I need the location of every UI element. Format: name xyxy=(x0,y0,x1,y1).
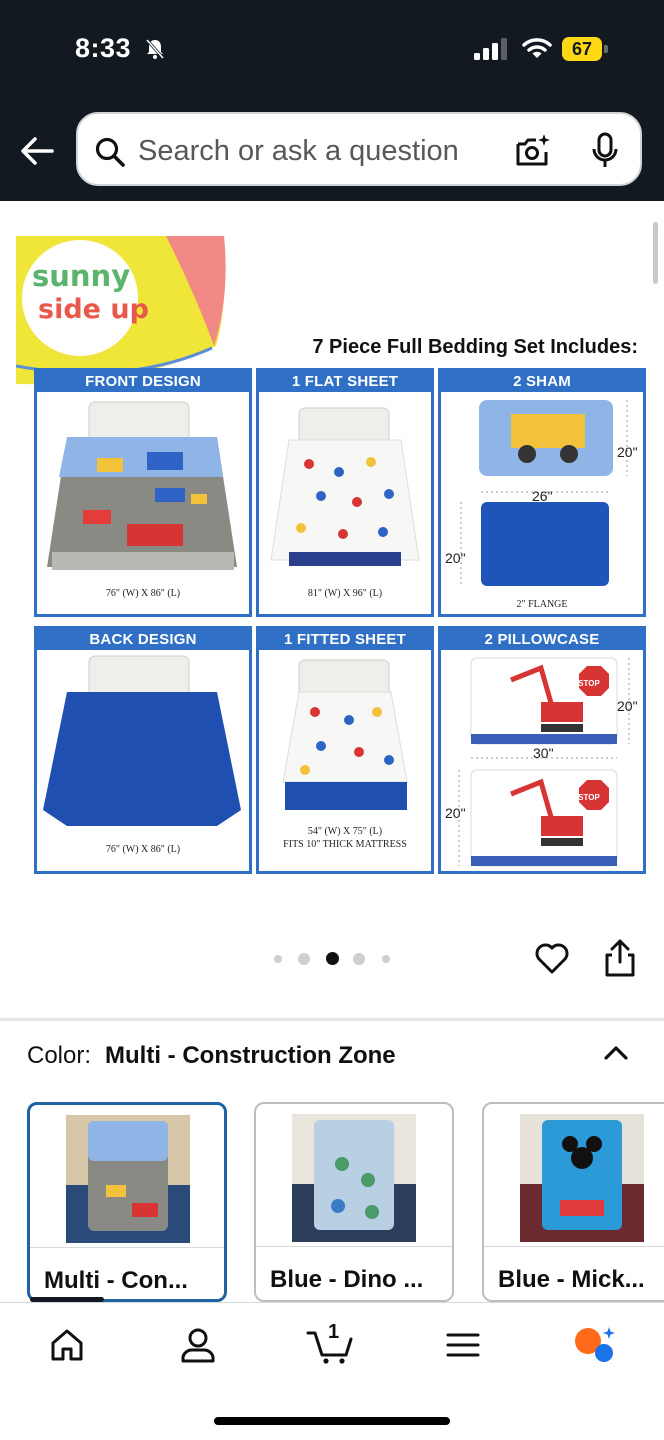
swatch-label: Blue - Dino ... xyxy=(270,1266,424,1293)
back-arrow-icon[interactable] xyxy=(18,132,56,170)
fitted-sheet-panel: 1 FITTED SHEET 54" (W) X 75" (L) FITS 10… xyxy=(256,626,434,874)
sham-height-dim-2: 20" xyxy=(445,550,466,566)
home-indicator xyxy=(214,1417,450,1425)
stop-sign-text: STOP xyxy=(578,679,600,688)
set-title: 7 Piece Full Bedding Set Includes: xyxy=(312,336,638,358)
top-bar: 8:33 67 xyxy=(0,0,664,201)
swatch-thumbnail xyxy=(520,1114,644,1242)
menu-icon[interactable] xyxy=(443,1325,483,1365)
status-time: 8:33 xyxy=(75,33,132,63)
cart-count: 1 xyxy=(328,1321,340,1343)
search-input[interactable] xyxy=(138,132,498,170)
home-icon[interactable] xyxy=(47,1325,87,1365)
panel-title: BACK DESIGN xyxy=(37,629,249,650)
flat-sheet-image xyxy=(270,407,420,566)
pillowcase-height-dim-2: 20" xyxy=(445,805,466,821)
panel-title: 1 FLAT SHEET xyxy=(259,371,431,392)
back-design-panel: BACK DESIGN 76" (W) X 86" (L) xyxy=(34,626,252,874)
panel-caption: 2" FLANGE xyxy=(516,599,568,610)
panel-title: 2 PILLOWCASE xyxy=(441,629,643,650)
camera-lens-icon[interactable] xyxy=(514,132,552,170)
panel-title: FRONT DESIGN xyxy=(37,371,249,392)
comforter-back-image xyxy=(43,655,241,826)
swatch-thumbnail xyxy=(292,1114,416,1242)
panel-title: 1 FITTED SHEET xyxy=(259,629,431,650)
color-swatch-blue-dino[interactable]: Blue - Dino ... xyxy=(254,1102,454,1302)
sham-height-dim: 20" xyxy=(617,444,638,460)
search-bar[interactable] xyxy=(76,112,642,186)
account-icon[interactable] xyxy=(178,1325,218,1365)
wifi-icon xyxy=(522,38,552,58)
panel-caption: 81" (W) X 96" (L) xyxy=(307,588,383,599)
fitted-sheet-image xyxy=(282,659,408,810)
carousel-dots[interactable] xyxy=(272,952,392,966)
flat-sheet-panel: 1 FLAT SHEET 81" (W) X 96" (L) xyxy=(256,368,434,617)
microphone-icon[interactable] xyxy=(590,132,620,170)
color-swatch-blue-mickey[interactable]: Blue - Mick... xyxy=(482,1102,664,1302)
rufus-assistant-icon[interactable] xyxy=(572,1325,616,1365)
color-swatch-multi-construction[interactable]: Multi - Con... xyxy=(27,1102,227,1302)
pillowcase-width-dim: 30" xyxy=(533,745,554,761)
front-design-panel: FRONT DESIGN 76" (W) X 86" (L) xyxy=(34,368,252,617)
bottom-navigation: 1 xyxy=(0,1297,664,1440)
scrollbar[interactable] xyxy=(653,222,658,284)
chevron-up-icon[interactable] xyxy=(600,1040,632,1064)
comforter-front-image xyxy=(47,401,237,570)
battery-level: 67 xyxy=(562,37,602,61)
color-value: Multi - Construction Zone xyxy=(105,1042,396,1069)
swatch-label: Multi - Con... xyxy=(44,1267,188,1294)
color-selector-heading: Color: Multi - Construction Zone xyxy=(27,1042,396,1070)
svg-text:side up: side up xyxy=(38,294,149,325)
share-icon[interactable] xyxy=(604,938,636,978)
carousel-dot[interactable] xyxy=(382,955,390,963)
sham-width-dim: 26" xyxy=(532,488,553,504)
panel-caption: 76" (W) X 86" (L) xyxy=(105,844,181,855)
carousel-dot[interactable] xyxy=(298,953,310,965)
color-label: Color: xyxy=(27,1042,92,1069)
search-icon xyxy=(95,137,125,167)
pillowcase-height-dim: 20" xyxy=(617,698,638,714)
pillowcase-panel: 2 PILLOWCASE STOP STOP 20" 30" 20" xyxy=(438,626,646,874)
carousel-dot[interactable] xyxy=(353,953,365,965)
product-image[interactable]: sunny side up 7 Piece Full Bedding Set I… xyxy=(16,236,646,876)
section-divider xyxy=(0,1018,664,1021)
battery-indicator: 67 xyxy=(562,37,608,61)
panel-caption-2: FITS 10" THICK MATTRESS xyxy=(283,839,407,850)
stop-sign-text-2: STOP xyxy=(578,793,600,802)
swatch-label: Blue - Mick... xyxy=(498,1266,645,1293)
active-tab-indicator xyxy=(30,1297,104,1302)
carousel-dot[interactable] xyxy=(274,955,282,963)
cellular-signal-icon xyxy=(474,38,507,60)
panel-caption: 54" (W) X 75" (L) xyxy=(307,826,383,837)
pillowcase-image xyxy=(458,657,630,867)
swatch-thumbnail xyxy=(66,1115,190,1243)
brand-logo: sunny side up xyxy=(16,236,226,385)
heart-icon[interactable] xyxy=(534,940,570,976)
svg-text:sunny: sunny xyxy=(32,259,130,293)
sham-panel: 2 SHAM 20" 26" 20" 2" FLANGE xyxy=(438,368,646,617)
carousel-dot-active[interactable] xyxy=(326,952,339,965)
panel-title: 2 SHAM xyxy=(441,371,643,392)
panel-caption: 76" (W) X 86" (L) xyxy=(105,588,181,599)
bell-slash-icon xyxy=(145,39,165,59)
cart-button[interactable]: 1 xyxy=(306,1321,354,1365)
